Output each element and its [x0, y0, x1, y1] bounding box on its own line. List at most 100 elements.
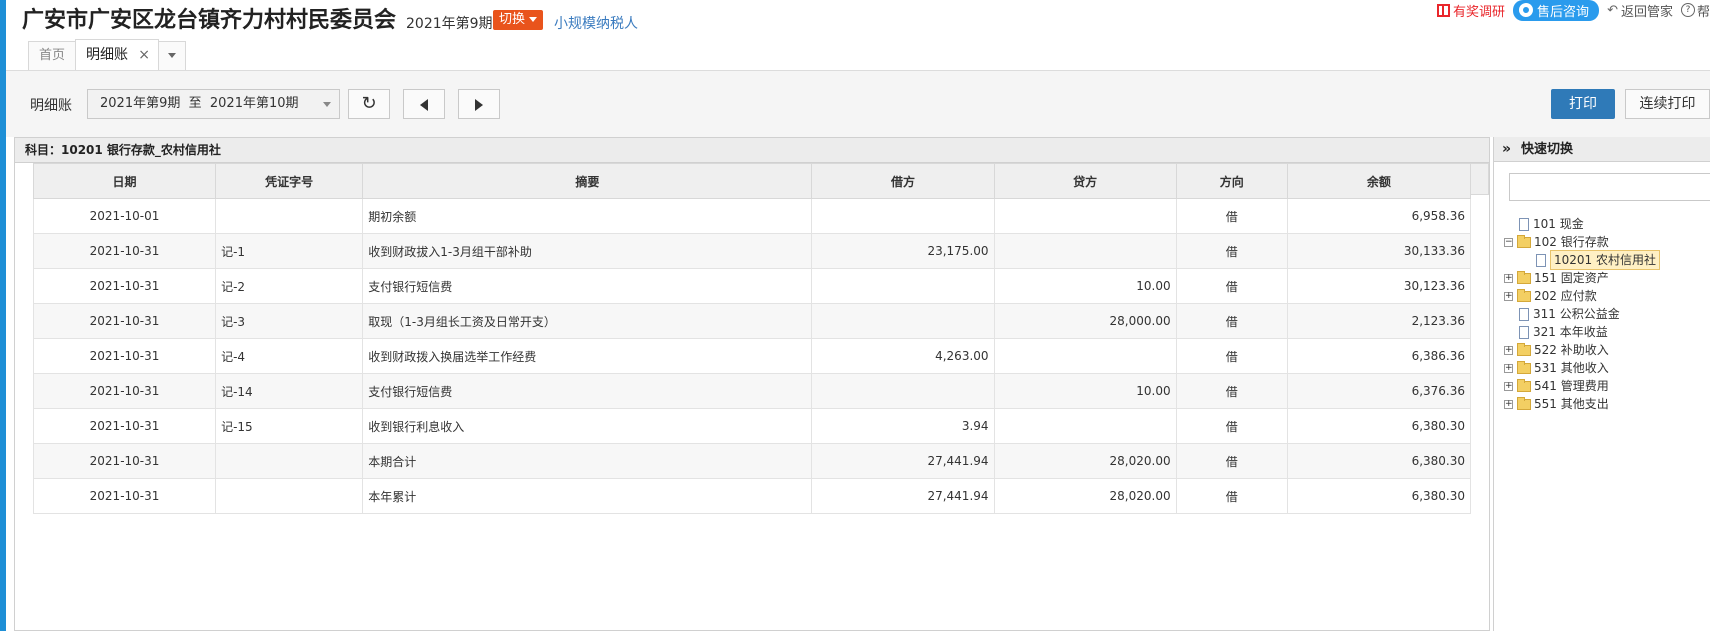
switch-period-button[interactable]: 切换 — [493, 10, 544, 30]
cell-credit: 28,000.00 — [993, 303, 1177, 339]
refresh-button[interactable]: ↻ — [348, 89, 390, 119]
ledger-table: 日期 凭证字号 摘要 借方 贷方 方向 余额 2021-10-01 期初余额借 6,… — [32, 163, 1472, 514]
cell-credit: 10.00 — [993, 373, 1177, 409]
taxpayer-type-link[interactable]: 小规模纳税人 — [554, 13, 638, 33]
toolbar: 明细账 2021年第9期 至 2021年第10期 ↻ 打印 连续打印 — [6, 70, 1710, 137]
close-icon[interactable]: × — [138, 40, 150, 70]
org-title: 广安市广安区龙台镇齐力村村民委员会 — [22, 8, 397, 33]
gift-icon — [1437, 3, 1451, 17]
ledger-panel: 科目：10201 银行存款_农村信用社 日期 凭证字号 摘要 借方 贷方 方向 … — [14, 137, 1490, 631]
cell-debit: 4,263.00 — [811, 338, 995, 374]
tree-node[interactable]: +541 管理费用 — [1504, 377, 1710, 395]
col-balance[interactable]: 余额 — [1286, 163, 1472, 199]
cell-date: 2021-10-31 — [32, 478, 217, 514]
back-label: 返回管家 — [1620, 4, 1673, 20]
cell-direction: 借 — [1175, 443, 1288, 479]
col-debit[interactable]: 借方 — [811, 163, 995, 199]
cell-date: 2021-10-31 — [32, 408, 217, 444]
account-search-input[interactable] — [1509, 173, 1710, 201]
cell-balance: 30,133.36 — [1286, 233, 1472, 269]
table-row[interactable]: 2021-10-31 记-15 收到银行利息收入 3.94 借 6,380.30 — [32, 408, 1472, 444]
cell-date: 2021-10-31 — [32, 268, 217, 304]
col-summary[interactable]: 摘要 — [362, 163, 813, 199]
tree-node-label: 151 固定资产 — [1534, 271, 1609, 285]
col-voucher[interactable]: 凭证字号 — [215, 163, 364, 199]
table-row[interactable]: 2021-10-31 本年累计 27,441.94 28,020.00 借 6,380.3… — [32, 478, 1472, 514]
collapse-node-icon[interactable]: − — [1504, 237, 1513, 247]
cell-debit — [811, 373, 995, 409]
col-direction[interactable]: 方向 — [1175, 163, 1288, 199]
back-to-manager-link[interactable]: ↶ 返回管家 — [1607, 1, 1673, 20]
folder-icon — [1517, 342, 1531, 356]
help-link[interactable]: ? 帮 — [1680, 1, 1710, 20]
cell-credit — [993, 198, 1177, 234]
cell-date: 2021-10-31 — [32, 233, 217, 269]
prev-button[interactable] — [403, 89, 445, 119]
table-row[interactable]: 2021-10-31 本期合计 27,441.94 28,020.00 借 6,380.3… — [32, 443, 1472, 479]
chevron-down-icon — [168, 53, 177, 58]
next-button[interactable] — [458, 89, 500, 119]
expand-icon[interactable]: + — [1504, 363, 1513, 373]
cell-voucher — [215, 198, 364, 234]
table-row[interactable]: 2021-10-31 记-4 收到财政拨入换届选举工作经费 4,263.00 借 6,38… — [32, 338, 1472, 374]
toolbar-label: 明细账 — [30, 98, 72, 114]
cell-date: 2021-10-31 — [32, 338, 217, 374]
col-credit[interactable]: 贷方 — [993, 163, 1177, 199]
tree-node[interactable]: +522 补助收入 — [1504, 341, 1710, 359]
cell-direction: 借 — [1175, 338, 1288, 374]
cell-direction: 借 — [1175, 198, 1288, 234]
document-icon — [1519, 217, 1529, 231]
cell-balance: 2,123.36 — [1286, 303, 1472, 339]
table-row[interactable]: 2021-10-01 期初余额 借 6,958.36 — [32, 198, 1472, 234]
tree-node[interactable]: − 102 银行存款 — [1504, 233, 1710, 251]
tree-node[interactable]: +531 其他收入 — [1504, 359, 1710, 377]
table-row[interactable]: 2021-10-31 记-1 收到财政拔入1-3月组干部补助 23,175.00 借 30… — [32, 233, 1472, 269]
tree-node[interactable]: +151 固定资产 — [1504, 269, 1710, 287]
continuous-print-button[interactable]: 连续打印 — [1625, 89, 1710, 119]
quick-switch-header: » 快速切换 — [1494, 137, 1710, 162]
table-row[interactable]: 2021-10-31 记-14 支付银行短信费 10.00 借 6,376.36 — [32, 373, 1472, 409]
expand-icon[interactable]: + — [1504, 381, 1513, 391]
tab-more-button[interactable] — [158, 41, 187, 70]
tree-node-label: 202 应付款 — [1534, 289, 1597, 303]
tree-node-label: 102 银行存款 — [1534, 235, 1609, 249]
tree-node[interactable]: 10201 农村信用社 — [1504, 250, 1710, 270]
cell-summary: 本年累计 — [362, 478, 813, 514]
tree-node[interactable]: 311 公积公益金 — [1504, 305, 1710, 323]
consult-button[interactable]: 售后咨询 — [1513, 0, 1600, 21]
print-button[interactable]: 打印 — [1551, 89, 1615, 119]
cell-summary: 本期合计 — [362, 443, 813, 479]
tab-home[interactable]: 首页 — [28, 41, 77, 70]
col-date[interactable]: 日期 — [32, 163, 217, 199]
expand-icon[interactable]: + — [1504, 399, 1513, 409]
cell-voucher — [215, 443, 364, 479]
expand-icon[interactable]: + — [1504, 291, 1513, 301]
help-label: 帮 — [1696, 4, 1710, 20]
current-period: 2021年第9期 — [406, 16, 493, 32]
cell-credit — [993, 408, 1177, 444]
tree-node[interactable]: +551 其他支出 — [1504, 395, 1710, 413]
cell-voucher: 记-3 — [215, 303, 364, 339]
tree-node-label: 541 管理费用 — [1534, 379, 1609, 393]
cell-summary: 支付银行短信费 — [362, 268, 813, 304]
table-row[interactable]: 2021-10-31 记-2 支付银行短信费 10.00 借 30,123.36 — [32, 268, 1472, 304]
tree-node-label: 321 本年收益 — [1533, 325, 1608, 339]
tree-node-label: 311 公积公益金 — [1533, 307, 1620, 321]
table-row[interactable]: 2021-10-31 记-3 取现（1-3月组长工资及日常开支） 28,000.00 借… — [32, 303, 1472, 339]
expand-icon[interactable]: + — [1504, 345, 1513, 355]
tree-node[interactable]: 101 现金 — [1504, 215, 1710, 233]
chevron-down-icon — [529, 17, 538, 22]
folder-icon — [1517, 360, 1531, 374]
tree-node[interactable]: 321 本年收益 — [1504, 323, 1710, 341]
collapse-icon[interactable]: » — [1502, 141, 1511, 157]
arrow-right-icon — [475, 98, 483, 111]
tab-ledger[interactable]: 明细账 × — [75, 39, 160, 70]
survey-link[interactable]: 有奖调研 — [1437, 1, 1505, 20]
expand-icon[interactable]: + — [1504, 273, 1513, 283]
folder-icon — [1517, 396, 1531, 410]
cell-date: 2021-10-01 — [32, 198, 217, 234]
tree-node[interactable]: +202 应付款 — [1504, 287, 1710, 305]
tree-node-label: 522 补助收入 — [1534, 343, 1609, 357]
period-range-select[interactable]: 2021年第9期 至 2021年第10期 — [87, 89, 340, 119]
cell-debit — [811, 268, 995, 304]
